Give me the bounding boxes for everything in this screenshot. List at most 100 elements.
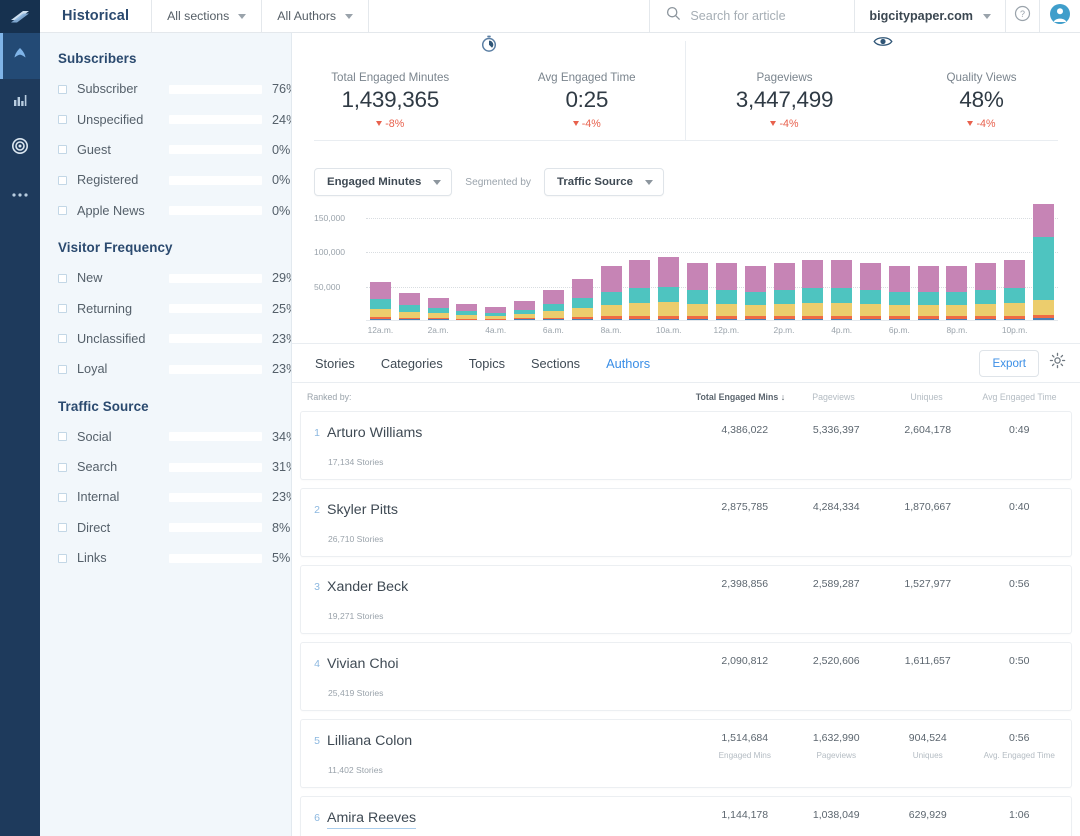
segment-select-dropdown[interactable]: Traffic Source [544,168,664,196]
kpi-group-engagement: Total Engaged Minutes 1,439,365 -8% Avg … [292,35,686,141]
chart-bar-column[interactable] [712,201,741,320]
filter-checkbox[interactable] [58,175,67,185]
tab-topics[interactable]: Topics [456,356,518,371]
sidebar-filter-row[interactable]: Social 34% [40,422,291,452]
export-button[interactable]: Export [979,349,1039,377]
table-row[interactable]: 5 Lilliana Colon 11,402 Stories 1,514,684 En… [300,719,1072,788]
tab-categories[interactable]: Categories [368,356,456,371]
tab-stories[interactable]: Stories [302,356,368,371]
chart-bar-column[interactable] [1029,201,1058,320]
sidebar-item-dashboard[interactable] [0,33,40,79]
chart-bar-column[interactable] [741,201,770,320]
settings-button[interactable] [1049,352,1066,374]
sidebar-filter-row[interactable]: Unspecified 24% [40,104,291,134]
sidebar-filter-row[interactable]: Loyal 23% [40,354,291,384]
filter-checkbox[interactable] [58,206,67,216]
table-row[interactable]: 1 Arturo Williams 17,134 Stories 4,386,022 5… [300,411,1072,480]
filter-checkbox[interactable] [58,462,67,472]
sidebar-filter-row[interactable]: Internal 23% [40,482,291,512]
sidebar-filter-row[interactable]: Links 5% [40,543,291,573]
row-rank: 1 [314,427,320,439]
chart-bar-column[interactable] [914,201,943,320]
chart-bar-column[interactable] [366,201,395,320]
filter-percent: 31% [272,460,291,475]
chart-bar-column[interactable] [654,201,683,320]
chart-bar-column[interactable] [510,201,539,320]
sidebar-filter-row[interactable]: Search 31% [40,452,291,482]
filter-checkbox[interactable] [58,304,67,314]
parsely-logo-icon[interactable] [0,0,40,33]
chart-bar-column[interactable] [770,201,799,320]
kpi-group-views: Pageviews 3,447,499 -4% Quality Views 48… [686,37,1080,141]
sidebar-filter-row[interactable]: Unclassified 23% [40,324,291,354]
bar-segment-search [687,289,709,304]
filter-checkbox[interactable] [58,523,67,533]
cell-uniques: 1,527,977 [882,578,974,590]
filter-checkbox[interactable] [58,145,67,155]
chart-bar-column[interactable] [683,201,712,320]
bar-segment-social [687,263,709,290]
sections-filter-dropdown[interactable]: All sections [152,0,263,32]
filter-checkbox[interactable] [58,364,67,374]
tab-sections[interactable]: Sections [518,356,593,371]
bar-segment-social [542,289,564,304]
filter-checkbox[interactable] [58,84,67,94]
user-account-button[interactable] [1040,0,1080,32]
table-row[interactable]: 6 Amira Reeves6,087 Stories 1,144,178 1,038… [300,796,1072,836]
chart-bar-column[interactable] [452,201,481,320]
author-name-link[interactable]: Skyler Pitts [327,502,398,520]
filter-checkbox[interactable] [58,432,67,442]
chart-bar-column[interactable] [395,201,424,320]
chart-bar-column[interactable] [481,201,510,320]
sidebar-filter-row[interactable]: Direct 8% [40,513,291,543]
table-row[interactable]: 3 Xander Beck 19,271 Stories 2,398,856 2,589… [300,565,1072,634]
table-row[interactable]: 4 Vivian Choi 25,419 Stories 2,090,812 2,520… [300,642,1072,711]
filter-bar-track [169,523,262,533]
chart-bar-column[interactable] [827,201,856,320]
sidebar-filter-row[interactable]: New 29% [40,263,291,293]
author-name-link[interactable]: Arturo Williams [327,425,422,443]
filter-checkbox[interactable] [58,334,67,344]
chart-bar-column[interactable] [539,201,568,320]
chart-bar-column[interactable] [625,201,654,320]
metric-select-dropdown[interactable]: Engaged Minutes [314,168,453,196]
author-name-link[interactable]: Lilliana Colon [327,733,412,751]
help-button[interactable]: ? [1006,0,1040,32]
authors-filter-dropdown[interactable]: All Authors [262,0,370,32]
bar-segment-social [658,257,680,287]
sidebar-filter-row[interactable]: Apple News 0% [40,196,291,226]
site-selector-dropdown[interactable]: bigcitypaper.com [855,0,1006,32]
column-header-avg-engaged-time[interactable]: Avg Engaged Time [973,392,1066,402]
chart-bar-column[interactable] [856,201,885,320]
filter-checkbox[interactable] [58,492,67,502]
sidebar-item-more[interactable] [0,171,40,217]
chart-bar-column[interactable] [943,201,972,320]
chart-bar-column[interactable] [597,201,626,320]
chart-bar-column[interactable] [424,201,453,320]
chart-bar-column[interactable] [798,201,827,320]
search-container[interactable] [649,0,856,32]
sidebar-item-goals[interactable] [0,125,40,171]
chart-bar-column[interactable] [885,201,914,320]
chart-bar-column[interactable] [568,201,597,320]
filter-checkbox[interactable] [58,273,67,283]
column-header-uniques[interactable]: Uniques [880,392,973,402]
filter-checkbox[interactable] [58,115,67,125]
table-row[interactable]: 2 Skyler Pitts 26,710 Stories 2,875,785 4,28… [300,488,1072,557]
filter-checkbox[interactable] [58,553,67,563]
author-name-link[interactable]: Xander Beck [327,579,408,597]
search-input[interactable] [690,9,839,23]
author-name-link[interactable]: Amira Reeves [327,810,417,829]
chart-bar-column[interactable] [971,201,1000,320]
column-header-pageviews[interactable]: Pageviews [787,392,880,402]
tab-authors[interactable]: Authors [593,356,663,371]
sidebar-item-analytics[interactable] [0,79,40,125]
sidebar-filter-row[interactable]: Registered 0% [40,165,291,195]
sidebar-filter-row[interactable]: Guest 0% [40,135,291,165]
sidebar-filter-row[interactable]: Returning 25% [40,293,291,323]
stacked-bar [1004,259,1026,320]
sidebar-filter-row[interactable]: Subscriber 76% [40,74,291,104]
chart-bar-column[interactable] [1000,201,1029,320]
author-name-link[interactable]: Vivian Choi [327,656,399,674]
column-header-engaged-mins[interactable]: Total Engaged Mins ↓ [694,392,787,402]
